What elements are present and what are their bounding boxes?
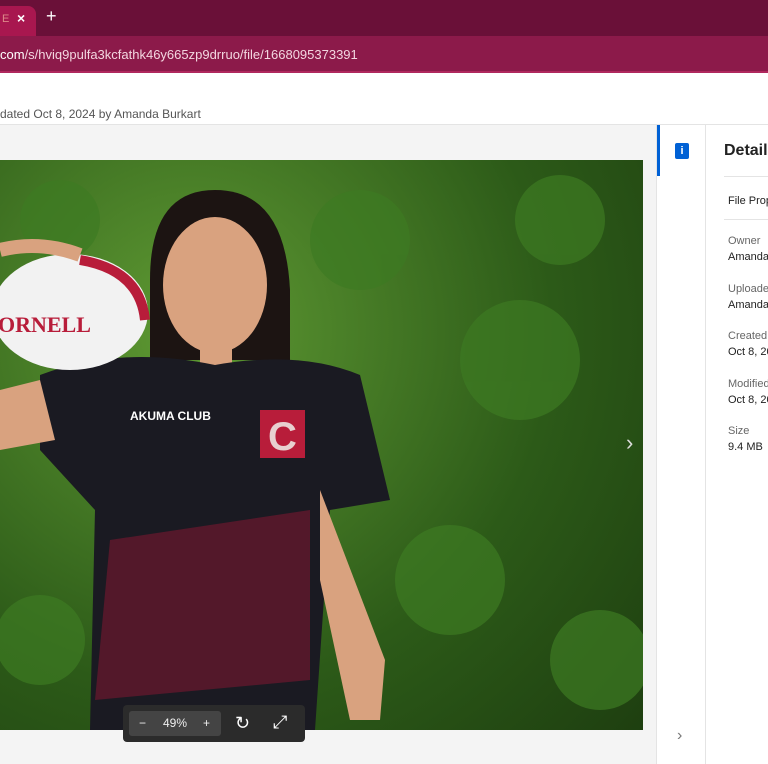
zoom-out-button[interactable]: − bbox=[139, 716, 146, 730]
browser-tab-bar: E × + bbox=[0, 0, 768, 36]
url-path: /s/hviq9pulfa3kcfathk46y665zp9drruo/file… bbox=[24, 47, 358, 62]
tab-title: E bbox=[2, 13, 10, 25]
sidebar-nav: i › bbox=[656, 125, 706, 764]
ball-text: ORNELL bbox=[0, 312, 91, 337]
file-header: dated Oct 8, 2024 by Amanda Burkart bbox=[0, 73, 768, 125]
divider bbox=[724, 176, 768, 177]
zoom-level: 49% bbox=[163, 716, 188, 730]
uploader-label: Uploader bbox=[728, 283, 768, 295]
details-title: Details bbox=[724, 142, 768, 159]
size-value: 9.4 MB bbox=[728, 441, 763, 453]
photo-illustration: C AKUMA CLUB ORNELL bbox=[0, 175, 643, 730]
info-icon[interactable]: i bbox=[675, 143, 689, 159]
created-label: Created bbox=[728, 330, 768, 342]
address-bar[interactable]: com/s/hviq9pulfa3kcfathk46y665zp9drruo/f… bbox=[0, 36, 768, 73]
zoom-in-button[interactable]: + bbox=[203, 716, 210, 730]
image-preview[interactable]: C AKUMA CLUB ORNELL bbox=[0, 160, 643, 730]
owner-value: Amanda Burkart bbox=[728, 251, 768, 263]
fullscreen-icon[interactable]: ⤢ bbox=[273, 712, 287, 733]
jersey-logo: AKUMA CLUB bbox=[130, 409, 211, 423]
zoom-controls: − 49% + ↻ ⤢ bbox=[123, 705, 305, 742]
divider bbox=[724, 219, 768, 220]
browser-tab[interactable]: E × bbox=[0, 6, 36, 36]
modified-label: Modified bbox=[728, 378, 768, 390]
created-value: Oct 8, 2024 bbox=[728, 346, 768, 358]
rotate-icon[interactable]: ↻ bbox=[235, 713, 250, 734]
size-label: Size bbox=[728, 425, 750, 437]
uploader-value: Amanda Burkart bbox=[728, 299, 768, 311]
file-properties-heading[interactable]: File Properties bbox=[728, 195, 768, 207]
details-panel: Details File Properties Owner Amanda Bur… bbox=[706, 125, 768, 764]
collapse-sidebar-button[interactable]: › bbox=[677, 727, 682, 745]
url-domain: com bbox=[0, 47, 25, 62]
updated-info: dated Oct 8, 2024 by Amanda Burkart bbox=[0, 107, 201, 121]
close-tab-icon[interactable]: × bbox=[17, 10, 25, 26]
next-file-button[interactable]: › bbox=[626, 430, 633, 456]
jersey-letter: C bbox=[268, 415, 297, 459]
new-tab-button[interactable]: + bbox=[46, 6, 57, 27]
active-indicator bbox=[657, 125, 660, 176]
modified-value: Oct 8, 2024 bbox=[728, 394, 768, 406]
owner-label: Owner bbox=[728, 235, 761, 247]
